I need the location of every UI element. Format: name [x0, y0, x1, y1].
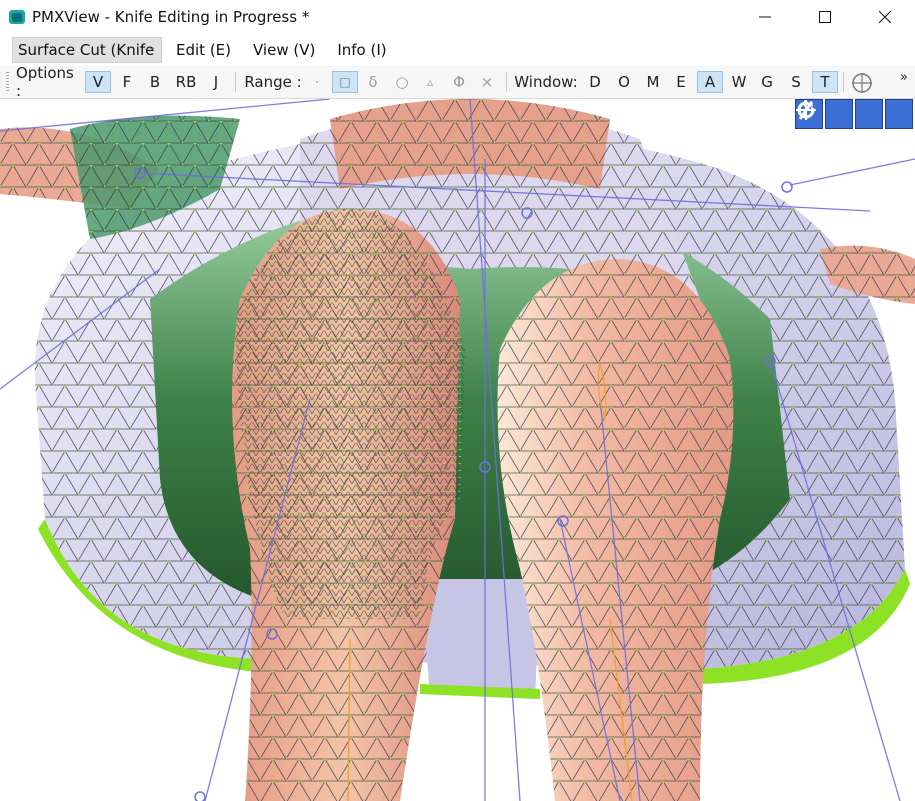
menu-view[interactable]: View (V) [253, 41, 315, 59]
title-bar: PMXView - Knife Editing in Progress * [0, 0, 915, 34]
mode-dropdown[interactable]: Surface Cut (Knife ⌄ [12, 37, 162, 63]
crosshair-icon[interactable] [851, 72, 873, 94]
window-w-toggle[interactable]: W [726, 71, 752, 93]
option-f-toggle[interactable]: F [114, 71, 140, 93]
toolbar-separator [235, 72, 236, 92]
toolbar-separator [506, 72, 507, 92]
toolbar-grip[interactable] [6, 72, 9, 92]
toolbar: Options : V F B RB J Range : · □ δ ○ ▵ Φ… [0, 64, 915, 100]
window-a-toggle[interactable]: A [697, 71, 723, 93]
window-e-toggle[interactable]: E [668, 71, 694, 93]
option-b-toggle[interactable]: B [142, 71, 168, 93]
option-j-toggle[interactable]: J [203, 71, 229, 93]
mesh-render[interactable] [0, 99, 915, 801]
menu-info[interactable]: Info (I) [337, 41, 386, 59]
minimize-icon [759, 16, 771, 18]
close-button[interactable] [855, 0, 915, 34]
window-m-toggle[interactable]: M [640, 71, 666, 93]
move-plane-icon[interactable] [797, 99, 853, 129]
dot-icon[interactable]: · [304, 71, 330, 93]
viewport-tools [795, 99, 913, 129]
square-select-icon[interactable]: □ [332, 71, 358, 93]
phi-icon[interactable]: Φ [446, 71, 472, 93]
menu-edit[interactable]: Edit (E) [176, 41, 231, 59]
app-icon [9, 10, 25, 24]
menu-bar: Surface Cut (Knife ⌄ Edit (E) View (V) I… [0, 34, 915, 66]
window-t-toggle[interactable]: T [812, 71, 838, 93]
window-g-toggle[interactable]: G [754, 71, 780, 93]
delta-icon[interactable]: δ [360, 71, 386, 93]
minimize-button[interactable] [735, 0, 795, 34]
range-label: Range : [244, 73, 302, 91]
toolbar-separator [843, 72, 844, 92]
3d-viewport[interactable] [0, 99, 915, 801]
maximize-button[interactable] [795, 0, 855, 34]
options-label: Options : [16, 64, 74, 100]
mode-dropdown-value: Surface Cut (Knife [18, 41, 155, 59]
window-label: Window: [514, 73, 578, 91]
move-axis-icon[interactable] [798, 99, 883, 129]
window-title: PMXView - Knife Editing in Progress * [32, 8, 310, 26]
circle-icon[interactable]: ○ [389, 71, 415, 93]
window-s-toggle[interactable]: S [783, 71, 809, 93]
toolbar-overflow-button[interactable]: » [896, 66, 912, 88]
rotate-icon[interactable] [797, 99, 913, 129]
option-rb-toggle[interactable]: RB [173, 71, 199, 93]
chevron-down-icon: ⌄ [147, 42, 156, 53]
maximize-icon [819, 11, 831, 23]
triangle-icon[interactable]: ▵ [417, 71, 443, 93]
window-d-toggle[interactable]: D [582, 71, 608, 93]
cross-icon[interactable]: × [474, 71, 500, 93]
window-o-toggle[interactable]: O [611, 71, 637, 93]
close-icon [879, 11, 891, 23]
option-v-toggle[interactable]: V [85, 71, 111, 93]
